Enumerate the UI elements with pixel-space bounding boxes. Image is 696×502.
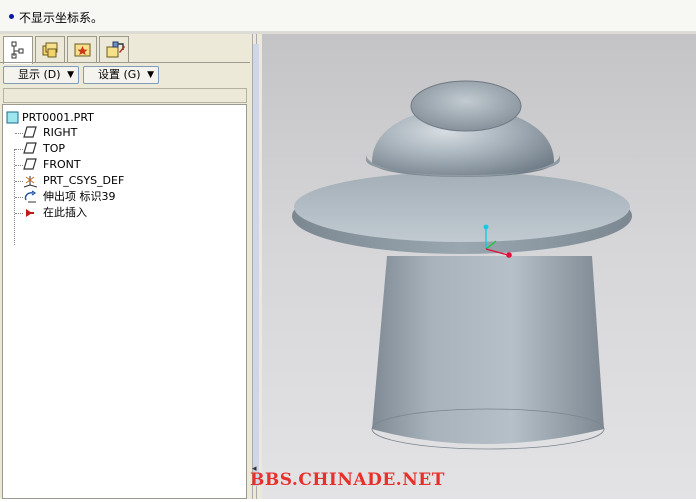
tree-item-label: PRT_CSYS_DEF [43, 174, 125, 187]
tab-folder-browser[interactable] [35, 36, 65, 62]
model-3d-view [292, 80, 632, 450]
datum-plane-icon [23, 142, 37, 154]
tree-connector [15, 165, 23, 166]
folder-browser-icon [42, 42, 58, 58]
message-text: 不显示坐标系。 [19, 11, 104, 25]
show-menu-label: 显示 (D) [18, 68, 61, 81]
splitter-scrollbar[interactable] [253, 44, 259, 486]
insert-here-arrow-icon [26, 209, 34, 217]
watermark-text: BBS.CHINADE.NET [250, 470, 445, 490]
model-tree-icon [11, 41, 24, 59]
tree-item-label: 伸出项 标识39 [43, 190, 116, 203]
message-bar: 不显示坐标系。 [0, 0, 696, 32]
chevron-down-icon: ▼ [67, 70, 74, 80]
dome-opening [410, 80, 522, 132]
model-tree: PRT0001.PRT RIGHT TOP FRONT PRT_CSYS_DEF… [2, 104, 247, 499]
tree-connector [15, 181, 23, 182]
tab-model-tree[interactable] [3, 36, 33, 64]
tab-strip-divider [0, 62, 250, 63]
tree-item-label: TOP [43, 142, 66, 155]
settings-menu-button[interactable]: 设置 (G) ▼ [83, 66, 159, 84]
tree-connector [15, 149, 23, 150]
tab-connections[interactable] [99, 36, 129, 62]
panel-splitter[interactable]: ◂ [250, 34, 262, 499]
show-menu-button[interactable]: 显示 (D) ▼ [3, 66, 79, 84]
tapered-cylinder [372, 256, 604, 444]
tree-item-label: FRONT [43, 158, 81, 171]
navigator-panel: 显示 (D) ▼ 设置 (G) ▼ PRT0001.PRT RIGHT TOP … [0, 34, 250, 499]
tree-item-label: 在此插入 [43, 206, 87, 219]
graphics-viewport[interactable] [262, 34, 696, 499]
part-icon [6, 111, 19, 124]
settings-menu-label: 设置 (G) [98, 68, 141, 81]
revolve-feature-icon [24, 190, 37, 203]
navigator-toolbar: 显示 (D) ▼ 设置 (G) ▼ [0, 64, 250, 86]
tree-item-label: RIGHT [43, 126, 78, 139]
tree-root-label: PRT0001.PRT [22, 111, 94, 124]
tree-column-header [3, 88, 247, 103]
datum-plane-icon [23, 158, 37, 170]
tree-connector [15, 197, 23, 198]
coordinate-system-icon [23, 176, 38, 188]
datum-plane-icon [23, 126, 37, 138]
tab-favorites[interactable] [67, 36, 97, 62]
tree-connector [15, 133, 23, 134]
connections-icon [106, 41, 125, 58]
chevron-down-icon: ▼ [147, 70, 154, 80]
message-bullet-icon [9, 14, 14, 19]
tree-connector [15, 213, 23, 214]
brim-top [294, 172, 630, 242]
favorites-icon [74, 43, 91, 57]
